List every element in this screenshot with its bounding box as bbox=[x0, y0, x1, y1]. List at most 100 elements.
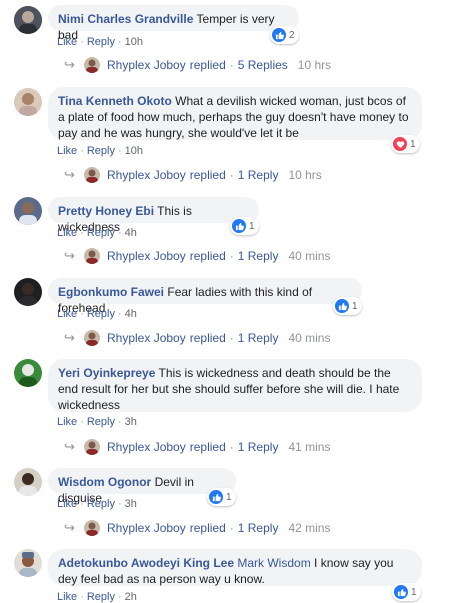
reaction-count: 2 bbox=[289, 29, 295, 41]
avatar bbox=[84, 167, 100, 183]
view-replies-link[interactable]: ↪ Rhyplex Joboy replied · 1 Reply 42 min… bbox=[64, 518, 330, 538]
comment-timestamp[interactable]: 2h bbox=[125, 591, 137, 603]
avatar bbox=[84, 330, 100, 346]
user-avatar-icon bbox=[14, 88, 42, 116]
comment-timestamp[interactable]: 10h bbox=[125, 145, 143, 157]
view-replies-link[interactable]: ↪ Rhyplex Joboy replied · 5 Replies 10 h… bbox=[64, 55, 331, 75]
avatar bbox=[84, 439, 100, 455]
comment-author[interactable]: Egbonkumo Fawei bbox=[58, 285, 164, 299]
reply-button[interactable]: Reply bbox=[87, 36, 115, 48]
like-button[interactable]: Like bbox=[57, 591, 77, 603]
comment-timestamp[interactable]: 4h bbox=[125, 227, 137, 239]
reply-button[interactable]: Reply bbox=[87, 308, 115, 320]
reaction-badge[interactable]: 1 bbox=[207, 488, 236, 506]
avatar[interactable] bbox=[14, 88, 42, 116]
avatar[interactable] bbox=[14, 278, 42, 306]
reaction-badge[interactable]: 1 bbox=[392, 583, 421, 601]
reply-arrow-icon: ↪ bbox=[64, 330, 75, 345]
avatar bbox=[84, 57, 100, 73]
user-avatar-icon bbox=[14, 468, 42, 496]
like-button[interactable]: Like bbox=[57, 145, 77, 157]
reply-time: 10 hrs bbox=[288, 168, 322, 182]
comment-author[interactable]: Nimi Charles Grandville bbox=[58, 12, 193, 26]
avatar[interactable] bbox=[14, 549, 42, 577]
view-replies-link[interactable]: ↪ Rhyplex Joboy replied · 1 Reply 41 min… bbox=[64, 437, 330, 457]
reply-arrow-icon: ↪ bbox=[64, 248, 75, 263]
user-avatar-icon bbox=[14, 6, 42, 34]
reply-author: Rhyplex Joboy bbox=[107, 58, 186, 72]
comment-actions: Like · Reply · 3h bbox=[57, 416, 137, 428]
comment-timestamp[interactable]: 3h bbox=[125, 498, 137, 510]
reply-button[interactable]: Reply bbox=[87, 591, 115, 603]
reply-arrow-icon: ↪ bbox=[64, 520, 75, 535]
avatar[interactable] bbox=[14, 359, 42, 387]
avatar bbox=[84, 248, 100, 264]
reply-count: 5 Replies bbox=[237, 58, 288, 72]
user-avatar-icon bbox=[14, 278, 42, 306]
reply-author: Rhyplex Joboy bbox=[107, 521, 186, 535]
comment-timestamp[interactable]: 10h bbox=[125, 36, 143, 48]
comment-author[interactable]: Adetokunbo Awodeyi King Lee bbox=[58, 556, 234, 570]
comment-timestamp[interactable]: 4h bbox=[125, 308, 137, 320]
comment-bubble: Nimi Charles Grandville Temper is very b… bbox=[48, 5, 299, 42]
replied-label: replied bbox=[189, 249, 226, 263]
like-button[interactable]: Like bbox=[57, 308, 77, 320]
like-button[interactable]: Like bbox=[57, 36, 77, 48]
reaction-count: 1 bbox=[249, 220, 255, 232]
reply-time: 40 mins bbox=[288, 331, 331, 345]
reaction-count: 1 bbox=[411, 586, 417, 598]
reaction-badge[interactable]: 1 bbox=[230, 217, 259, 235]
like-icon bbox=[232, 219, 246, 233]
comment-author[interactable]: Pretty Honey Ebi bbox=[58, 204, 154, 218]
reply-time: 42 mins bbox=[288, 521, 331, 535]
reply-button[interactable]: Reply bbox=[87, 416, 115, 428]
reply-button[interactable]: Reply bbox=[87, 498, 115, 510]
heart-icon bbox=[393, 137, 407, 151]
avatar[interactable] bbox=[14, 468, 42, 496]
view-replies-link[interactable]: ↪ Rhyplex Joboy replied · 1 Reply 40 min… bbox=[64, 246, 330, 266]
reply-author: Rhyplex Joboy bbox=[107, 440, 186, 454]
reaction-count: 1 bbox=[352, 300, 358, 312]
view-replies-link[interactable]: ↪ Rhyplex Joboy replied · 1 Reply 40 min… bbox=[64, 328, 330, 348]
comment-actions: Like · Reply · 4h bbox=[57, 308, 137, 320]
reaction-count: 1 bbox=[410, 138, 416, 150]
mention-link[interactable]: Mark Wisdom bbox=[237, 556, 310, 570]
reply-time: 41 mins bbox=[288, 440, 331, 454]
comment-author[interactable]: Wisdom Ogonor bbox=[58, 475, 151, 489]
reply-arrow-icon: ↪ bbox=[64, 167, 75, 182]
comment-author[interactable]: Yeri Oyinkepreye bbox=[58, 366, 155, 380]
reply-count: 1 Reply bbox=[237, 168, 279, 182]
view-replies-link[interactable]: ↪ Rhyplex Joboy replied · 1 Reply 10 hrs bbox=[64, 165, 322, 185]
like-button[interactable]: Like bbox=[57, 416, 77, 428]
reaction-badge[interactable]: 1 bbox=[333, 297, 362, 315]
reaction-badge[interactable]: 1 bbox=[391, 135, 420, 153]
comment-bubble: Wisdom Ogonor Devil in disguise bbox=[48, 468, 236, 505]
user-avatar-icon bbox=[14, 359, 42, 387]
reaction-badge[interactable]: 2 bbox=[270, 26, 299, 44]
reaction-count: 1 bbox=[226, 491, 232, 503]
reply-count: 1 Reply bbox=[237, 249, 279, 263]
reply-author: Rhyplex Joboy bbox=[107, 249, 186, 263]
reply-time: 10 hrs bbox=[297, 58, 332, 72]
comment-author[interactable]: Tina Kenneth Okoto bbox=[58, 94, 172, 108]
avatar[interactable] bbox=[14, 6, 42, 34]
reply-author: Rhyplex Joboy bbox=[107, 168, 186, 182]
like-button[interactable]: Like bbox=[57, 498, 77, 510]
comment-actions: Like · Reply · 10h bbox=[57, 36, 144, 48]
reply-button[interactable]: Reply bbox=[87, 227, 115, 239]
reply-button[interactable]: Reply bbox=[87, 145, 115, 157]
avatar[interactable] bbox=[14, 197, 42, 225]
reply-author: Rhyplex Joboy bbox=[107, 331, 186, 345]
replied-label: replied bbox=[189, 168, 226, 182]
comment-actions: Like · Reply · 3h bbox=[57, 498, 137, 510]
like-button[interactable]: Like bbox=[57, 227, 77, 239]
comment-actions: Like · Reply · 2h bbox=[57, 591, 137, 603]
comment-bubble: Egbonkumo Fawei Fear ladies with this ki… bbox=[48, 278, 362, 315]
like-icon bbox=[335, 299, 349, 313]
like-icon bbox=[209, 490, 223, 504]
avatar bbox=[84, 520, 100, 536]
reply-count: 1 Reply bbox=[237, 521, 279, 535]
comment-timestamp[interactable]: 3h bbox=[125, 416, 137, 428]
comment-actions: Like · Reply · 4h bbox=[57, 227, 137, 239]
replied-label: replied bbox=[189, 331, 226, 345]
